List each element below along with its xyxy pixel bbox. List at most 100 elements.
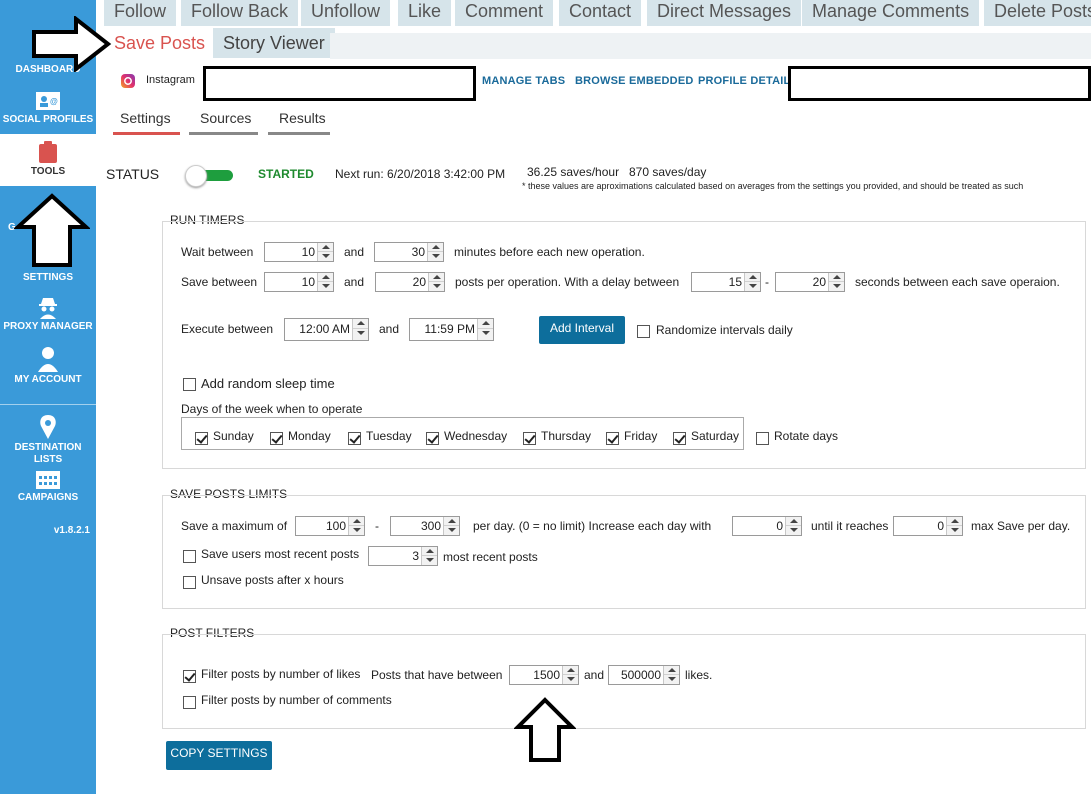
sidebar-item-label: SOCIAL PROFILES: [2, 114, 94, 125]
tab-manage-comments[interactable]: Manage Comments: [802, 0, 980, 26]
dash-label: -: [375, 519, 379, 533]
day-wednesday-checkbox[interactable]: [426, 432, 439, 445]
day-label: Saturday: [691, 429, 740, 443]
randomize-checkbox[interactable]: [637, 325, 650, 338]
copy-settings-button[interactable]: COPY SETTINGS: [166, 741, 272, 770]
saves-per-day: 870 saves/day: [629, 165, 707, 179]
annotation-arrow-right-icon: [32, 16, 112, 72]
status-label: STATUS: [106, 166, 160, 182]
day-thursday-checkbox[interactable]: [523, 432, 536, 445]
subtab-sources[interactable]: Sources: [189, 110, 258, 135]
redacted-profile-name: [203, 66, 476, 101]
stepper-buttons[interactable]: [443, 517, 459, 535]
recent-count-stepper[interactable]: 3: [368, 546, 438, 566]
save-max-min-stepper[interactable]: 100: [295, 516, 365, 536]
delay-min-stepper[interactable]: 15: [691, 272, 761, 292]
sidebar-item-label: SETTINGS: [22, 272, 73, 283]
stepper-buttons[interactable]: [477, 319, 493, 340]
wait-between-label: Wait between: [181, 245, 254, 259]
day-label: Tuesday: [366, 429, 412, 443]
day-sunday-checkbox[interactable]: [195, 432, 208, 445]
wait-max-stepper[interactable]: 30: [374, 242, 444, 262]
tab-follow-back[interactable]: Follow Back: [181, 0, 299, 26]
next-run-label: Next run: 6/20/2018 3:42:00 PM: [335, 167, 506, 181]
day-friday-checkbox[interactable]: [606, 432, 619, 445]
recent-posts-checkbox[interactable]: [183, 550, 196, 563]
stepper-buttons[interactable]: [348, 517, 364, 535]
and-label: and: [379, 322, 400, 336]
filter-likes-checkbox[interactable]: [183, 670, 196, 683]
wait-suffix: minutes before each new operation.: [454, 245, 645, 259]
and-label: and: [344, 245, 365, 259]
stepper-buttons[interactable]: [427, 243, 443, 261]
svg-text:@: @: [50, 97, 58, 106]
manage-tabs-link[interactable]: MANAGE TABS: [482, 75, 565, 87]
save-min-stepper[interactable]: 10: [264, 272, 334, 292]
status-toggle[interactable]: [185, 165, 233, 187]
stepper-buttons[interactable]: [428, 273, 444, 291]
stepper-buttons[interactable]: [317, 243, 333, 261]
wait-min-stepper[interactable]: 10: [264, 242, 334, 262]
stepper-buttons[interactable]: [317, 273, 333, 291]
stepper-buttons[interactable]: [744, 273, 760, 291]
save-max-stepper[interactable]: 20: [375, 272, 445, 292]
tab-save-posts[interactable]: Save Posts: [104, 28, 216, 58]
estimate-note: * these values are aproximations calcula…: [522, 181, 1024, 191]
stepper-buttons[interactable]: [421, 547, 437, 565]
rotate-days-checkbox[interactable]: [756, 432, 769, 445]
tab-like[interactable]: Like: [398, 0, 452, 26]
tab-follow[interactable]: Follow: [104, 0, 177, 26]
randomize-label: Randomize intervals daily: [656, 323, 793, 337]
tab-comment[interactable]: Comment: [455, 0, 554, 26]
sidebar-item-campaigns[interactable]: CAMPAIGNS: [0, 468, 96, 504]
sidebar-item-destination-lists[interactable]: DESTINATION LISTS: [0, 414, 96, 466]
unsave-checkbox[interactable]: [183, 576, 196, 589]
delay-suffix: seconds between each save operaion.: [855, 275, 1060, 289]
sidebar-item-social-profiles[interactable]: @ SOCIAL PROFILES: [0, 90, 96, 126]
delay-max-stepper[interactable]: 20: [775, 272, 845, 292]
exec-start-time[interactable]: 12:00 AM: [284, 318, 369, 341]
add-interval-button[interactable]: Add Interval: [539, 316, 625, 344]
tab-bar-bg: [330, 33, 1091, 59]
reaches-stepper[interactable]: 0: [893, 516, 963, 536]
tab-direct-messages[interactable]: Direct Messages: [647, 0, 802, 26]
spy-icon: [39, 298, 57, 319]
sidebar-item-my-account[interactable]: MY ACCOUNT: [0, 346, 96, 386]
sidebar-item-proxy-manager[interactable]: PROXY MANAGER: [0, 295, 96, 333]
between-label: Posts that have between: [371, 668, 503, 682]
exec-end-time[interactable]: 11:59 PM: [409, 318, 494, 341]
recent-posts-label: Save users most recent posts: [201, 547, 360, 561]
sidebar-item-label: CAMPAIGNS: [17, 492, 79, 503]
clipboard-icon: [39, 141, 57, 163]
likes-min-stepper[interactable]: 1500: [509, 665, 579, 685]
network-label: Instagram: [146, 74, 195, 86]
random-sleep-checkbox[interactable]: [183, 378, 196, 391]
stepper-buttons[interactable]: [352, 319, 368, 340]
tab-delete-posts[interactable]: Delete Posts: [984, 0, 1091, 26]
random-sleep-label: Add random sleep time: [201, 376, 335, 391]
subtab-settings[interactable]: Settings: [113, 110, 180, 135]
stepper-buttons[interactable]: [785, 517, 801, 535]
stepper-buttons[interactable]: [946, 517, 962, 535]
likes-suffix: likes.: [685, 668, 713, 682]
stepper-buttons[interactable]: [663, 666, 679, 684]
day-tuesday-checkbox[interactable]: [348, 432, 361, 445]
browse-embedded-link[interactable]: BROWSE EMBEDDED: [575, 75, 694, 87]
filter-comments-checkbox[interactable]: [183, 696, 196, 709]
tab-unfollow[interactable]: Unfollow: [301, 0, 391, 26]
increase-stepper[interactable]: 0: [732, 516, 802, 536]
day-monday-checkbox[interactable]: [270, 432, 283, 445]
day-label: Monday: [288, 429, 331, 443]
tab-story-viewer[interactable]: Story Viewer: [213, 28, 335, 58]
tab-contact[interactable]: Contact: [559, 0, 642, 26]
day-saturday-checkbox[interactable]: [673, 432, 686, 445]
sidebar-item-tools[interactable]: TOOLS: [0, 134, 96, 186]
subtab-results[interactable]: Results: [268, 110, 330, 135]
profile-details-link[interactable]: PROFILE DETAILS: [698, 75, 798, 87]
stepper-buttons[interactable]: [828, 273, 844, 291]
per-day-label: per day. (0 = no limit) Increase each da…: [473, 519, 712, 533]
stepper-buttons[interactable]: [562, 666, 578, 684]
likes-max-stepper[interactable]: 500000: [608, 665, 680, 685]
sidebar-item-label: TOOLS: [30, 166, 66, 177]
save-max-max-stepper[interactable]: 300: [390, 516, 460, 536]
